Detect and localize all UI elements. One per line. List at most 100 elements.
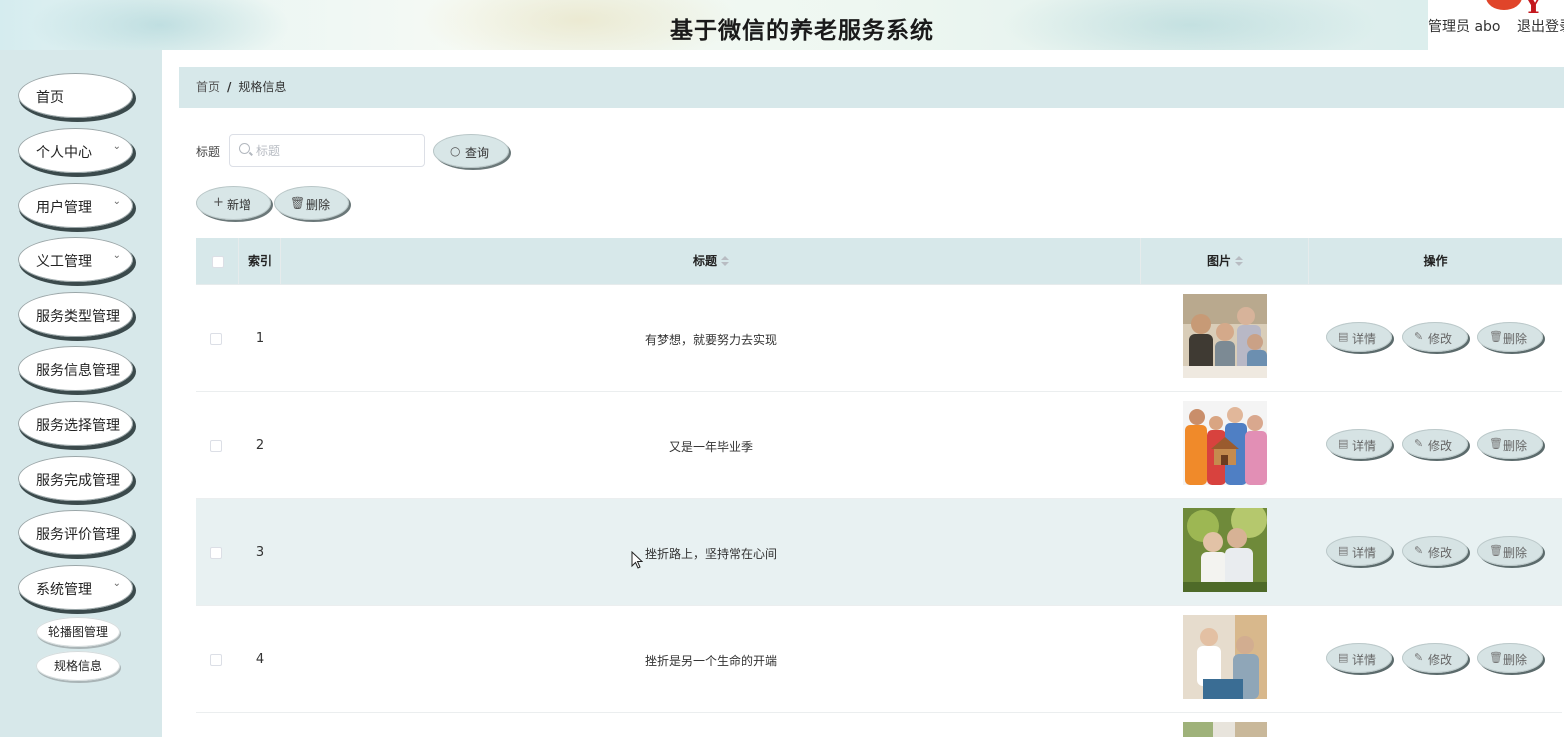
sidebar-item-user-management[interactable]: 用户管理 ⌄ bbox=[18, 183, 133, 228]
row-delete-button[interactable]: 🗑 删除 bbox=[1477, 643, 1543, 673]
row-index: 1 bbox=[255, 331, 265, 346]
elderly-couple-outdoors-photo bbox=[1183, 508, 1267, 592]
breadcrumb-separator: / bbox=[227, 80, 232, 94]
search-icon bbox=[239, 143, 250, 154]
breadcrumb-current: 规格信息 bbox=[238, 80, 287, 94]
sidebar-item-label: 首页 bbox=[36, 90, 64, 106]
sidebar-item-label: 服务完成管理 bbox=[36, 473, 120, 489]
row-index: 3 bbox=[255, 545, 265, 560]
row-checkbox[interactable] bbox=[210, 547, 222, 559]
column-header-title-label: 标题 bbox=[692, 254, 717, 268]
sidebar-item-service-selection[interactable]: 服务选择管理 bbox=[18, 401, 133, 446]
batch-delete-button[interactable]: 🗑 删除 bbox=[274, 186, 349, 220]
row-title: 挫折路上，坚持常在心间 bbox=[644, 547, 777, 561]
table-row: 1 有梦想，就要努力去实现 ▤ 详情 ✎ 修改 🗑 删除 bbox=[196, 285, 1562, 392]
sidebar-item-label: 个人中心 bbox=[36, 145, 92, 161]
detail-button-label: 详情 bbox=[1352, 332, 1377, 346]
sort-icon[interactable] bbox=[1235, 255, 1243, 268]
search-field[interactable] bbox=[229, 134, 425, 167]
logout-link[interactable]: 退出登录 bbox=[1517, 16, 1564, 36]
edit-button[interactable]: ✎ 修改 bbox=[1402, 429, 1468, 459]
document-icon: ▤ bbox=[1338, 330, 1349, 343]
chevron-down-icon: ⌄ bbox=[112, 250, 121, 261]
sidebar-item-home[interactable]: 首页 bbox=[18, 73, 133, 118]
sidebar-item-service-info[interactable]: 服务信息管理 bbox=[18, 346, 133, 391]
select-all-checkbox[interactable] bbox=[212, 256, 224, 268]
row-checkbox[interactable] bbox=[210, 654, 222, 666]
data-table: 索引 标题 图片 操作 1 有梦想，就要努力去实现 ▤详情 ✎修改 🗑删除 bbox=[196, 238, 1562, 737]
add-button-label: 新增 bbox=[227, 198, 252, 212]
detail-button[interactable]: ▤ 详情 bbox=[1326, 429, 1392, 459]
sidebar-item-label: 服务类型管理 bbox=[36, 309, 120, 325]
sidebar-item-label: 义工管理 bbox=[36, 254, 92, 270]
breadcrumb-home[interactable]: 首页 bbox=[196, 80, 220, 94]
pencil-icon: ✎ bbox=[1414, 437, 1424, 450]
column-header-index: 索引 bbox=[247, 254, 272, 268]
table-row: 4 挫折是另一个生命的开端 ▤ 详情 ✎ 修改 🗑 删除 bbox=[196, 606, 1562, 713]
row-index: 4 bbox=[255, 652, 265, 667]
sidebar-item-label: 服务评价管理 bbox=[36, 527, 120, 543]
add-button[interactable]: + 新增 bbox=[196, 186, 271, 220]
elderly-friends-photo bbox=[1183, 294, 1267, 378]
row-delete-button[interactable]: 🗑 删除 bbox=[1477, 536, 1543, 566]
table-row bbox=[196, 713, 1562, 737]
detail-button-label: 详情 bbox=[1352, 546, 1377, 560]
edit-button[interactable]: ✎ 修改 bbox=[1402, 536, 1468, 566]
edit-button-label: 修改 bbox=[1428, 439, 1453, 453]
sidebar-item-volunteer-management[interactable]: 义工管理 ⌄ bbox=[18, 237, 133, 282]
row-delete-button-label: 删除 bbox=[1503, 546, 1528, 560]
row-checkbox[interactable] bbox=[210, 440, 222, 452]
sidebar-item-label: 用户管理 bbox=[36, 200, 92, 216]
column-header-image-label: 图片 bbox=[1206, 254, 1231, 268]
sidebar-item-system-management[interactable]: 系统管理 ⌄ bbox=[18, 565, 133, 610]
table-row: 2 又是一年毕业季 ▤ 详情 ✎ 修改 🗑 删除 bbox=[196, 392, 1562, 499]
search-icon: ○ bbox=[450, 144, 461, 158]
edit-button[interactable]: ✎ 修改 bbox=[1402, 322, 1468, 352]
chevron-down-icon: ⌄ bbox=[112, 196, 121, 207]
query-button-label: 查询 bbox=[465, 146, 490, 160]
edit-button[interactable]: ✎ 修改 bbox=[1402, 643, 1468, 673]
site-title: 基于微信的养老服务系统 bbox=[670, 18, 934, 44]
detail-button[interactable]: ▤ 详情 bbox=[1326, 322, 1392, 352]
plus-icon: + bbox=[213, 195, 224, 210]
pencil-icon: ✎ bbox=[1414, 330, 1424, 343]
detail-button-label: 详情 bbox=[1352, 439, 1377, 453]
detail-button[interactable]: ▤ 详情 bbox=[1326, 536, 1392, 566]
chevron-down-icon: ⌄ bbox=[112, 141, 121, 152]
trash-icon: 🗑 bbox=[1489, 544, 1503, 557]
column-header-image[interactable]: 图片 bbox=[1141, 238, 1309, 285]
trash-icon: 🗑 bbox=[1489, 437, 1503, 450]
sidebar-subitem-carousel[interactable]: 轮播图管理 bbox=[36, 617, 120, 647]
row-delete-button-label: 删除 bbox=[1503, 332, 1528, 346]
pencil-icon: ✎ bbox=[1414, 651, 1424, 664]
table-row: 3 挫折路上，坚持常在心间 ▤ 详情 ✎ 修改 🗑 删除 bbox=[196, 499, 1562, 606]
row-delete-button[interactable]: 🗑 删除 bbox=[1477, 322, 1543, 352]
row-checkbox[interactable] bbox=[210, 333, 222, 345]
trash-icon: 🗑 bbox=[1489, 651, 1503, 664]
sidebar-subitem-specs[interactable]: 规格信息 bbox=[36, 651, 120, 681]
sidebar-item-service-evaluation[interactable]: 服务评价管理 bbox=[18, 510, 133, 555]
search-input[interactable] bbox=[256, 142, 416, 160]
row-delete-button[interactable]: 🗑 删除 bbox=[1477, 429, 1543, 459]
user-area: Y 管理员 abo 退出登录 bbox=[1428, 0, 1564, 50]
trash-icon: 🗑 bbox=[290, 196, 306, 210]
detail-button[interactable]: ▤ 详情 bbox=[1326, 643, 1392, 673]
sidebar-item-service-completion[interactable]: 服务完成管理 bbox=[18, 456, 133, 501]
mouse-cursor-icon bbox=[631, 551, 643, 569]
edit-button-label: 修改 bbox=[1428, 332, 1453, 346]
pencil-icon: ✎ bbox=[1414, 544, 1424, 557]
photo-thumbnail bbox=[1183, 722, 1267, 737]
sidebar-item-service-type[interactable]: 服务类型管理 bbox=[18, 292, 133, 337]
query-button[interactable]: ○ 查询 bbox=[433, 134, 509, 168]
row-title: 有梦想，就要努力去实现 bbox=[644, 333, 777, 347]
chevron-down-icon: ⌄ bbox=[112, 578, 121, 589]
sort-icon[interactable] bbox=[721, 255, 729, 268]
column-header-title[interactable]: 标题 bbox=[281, 238, 1141, 285]
sidebar-item-personal-center[interactable]: 个人中心 ⌄ bbox=[18, 128, 133, 173]
batch-delete-button-label: 删除 bbox=[306, 198, 331, 212]
sidebar-item-label: 服务信息管理 bbox=[36, 363, 120, 379]
row-delete-button-label: 删除 bbox=[1503, 653, 1528, 667]
caregiver-with-elder-photo bbox=[1183, 615, 1267, 699]
trash-icon: 🗑 bbox=[1489, 330, 1503, 343]
elderly-group-holding-house-photo bbox=[1183, 401, 1267, 485]
